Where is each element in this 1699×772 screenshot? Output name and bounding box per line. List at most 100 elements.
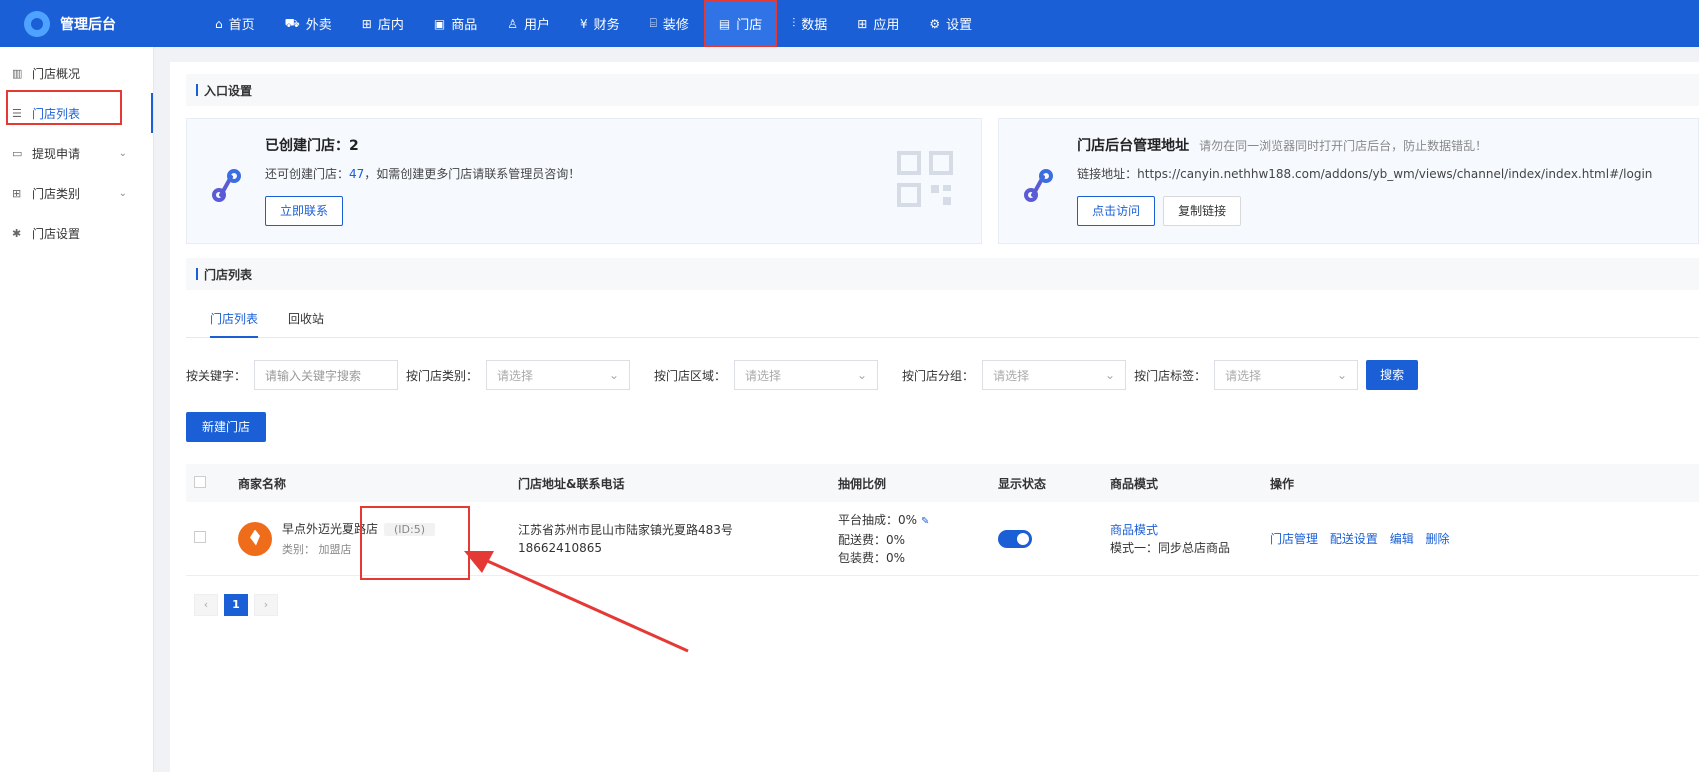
col-address: 门店地址&联系电话 [518, 476, 625, 491]
goods-icon: ▣ [433, 16, 446, 31]
copy-link-button[interactable]: 复制链接 [1163, 196, 1242, 226]
chart-icon: ⫶ [792, 16, 796, 30]
edit-link[interactable]: 编辑 [1390, 532, 1414, 546]
nav-item-1[interactable]: ⛟ 外卖 [270, 0, 347, 47]
search-button[interactable]: 搜索 [1366, 360, 1419, 390]
tag-select-value: 请选择 [1225, 368, 1262, 383]
list-section-title: 门店列表 [186, 258, 1699, 290]
finance-icon: ¥ [579, 16, 588, 31]
nav-item-label: 用户 [523, 18, 550, 33]
nav-item-label: 店内 [377, 18, 404, 33]
entry-section-title: 入口设置 [186, 74, 1699, 106]
new-store-button[interactable]: 新建门店 [186, 412, 267, 442]
annotation-arrow [464, 551, 689, 653]
highlight-box-id [360, 506, 470, 580]
platform-fee: 平台抽成：0% [838, 512, 918, 527]
category-label: 按门店类别： [406, 368, 479, 383]
store-icon: ▤ [718, 16, 731, 31]
app-title: 管理后台 [60, 16, 116, 33]
remaining-label: 还可创建门店： [265, 167, 350, 181]
nav-item-3[interactable]: ▣ 商品 [419, 0, 492, 47]
remaining-suffix: ，如需创建更多门店请联系管理员咨询！ [364, 167, 581, 181]
sidebar-item-0[interactable]: ▥ 门店概况 [0, 53, 153, 93]
package-fee: 包装费：0% [838, 550, 906, 565]
group-label: 按门店分组： [902, 368, 975, 383]
admin-url[interactable]: https://canyin.nethhw188.com/addons/yb_w… [1137, 167, 1652, 181]
tag-label: 按门店标签： [1134, 368, 1207, 383]
user-icon: ♙ [507, 16, 518, 31]
col-status: 显示状态 [998, 476, 1047, 491]
select-all-checkbox[interactable] [194, 475, 206, 488]
store-count-card: 已创建门店：2 还可创建门店：47，如需创建更多门店请联系管理员咨询！ 立即联系 [186, 118, 983, 244]
nav-item-5[interactable]: ¥ 财务 [565, 0, 635, 47]
category-select[interactable]: 请选择 ⌄ [486, 360, 631, 390]
link-icon [1024, 169, 1054, 202]
visit-button[interactable]: 点击访问 [1077, 196, 1156, 226]
col-commission: 抽佣比例 [838, 476, 887, 491]
link-icon [212, 169, 241, 202]
nav-item-8[interactable]: ⫶ 数据 [777, 0, 842, 47]
goods-mode-link[interactable]: 商品模式 [1110, 521, 1270, 539]
entry-cards: 已创建门店：2 还可创建门店：47，如需创建更多门店请联系管理员咨询！ 立即联系 [186, 118, 1699, 244]
delivery-icon: ⛟ [284, 15, 300, 30]
sidebar-item-2[interactable]: ▭ 提现申请 ⌄ [0, 133, 153, 173]
nav-item-6[interactable]: ⌸ 装修 [635, 0, 704, 47]
tab-recycle-bin[interactable]: 回收站 [288, 304, 324, 338]
col-name: 商家名称 [238, 476, 287, 491]
chevron-down-icon: ⌄ [608, 368, 620, 382]
display-status-toggle[interactable] [998, 529, 1032, 548]
keyword-search-input[interactable]: 请输入关键字搜索 [254, 360, 399, 390]
nav-item-label: 数据 [801, 18, 828, 33]
next-page-button[interactable]: › [254, 594, 278, 616]
admin-url-title-text: 门店后台管理地址 [1077, 138, 1190, 154]
sidebar-item-label: 门店设置 [32, 226, 81, 241]
chevron-down-icon: ⌄ [856, 368, 868, 382]
contact-now-button[interactable]: 立即联系 [265, 196, 344, 226]
row-checkbox[interactable] [194, 531, 206, 543]
col-goods-mode: 商品模式 [1110, 476, 1159, 491]
sidebar-item-4[interactable]: ✱ 门店设置 [0, 213, 153, 253]
app-logo[interactable]: 管理后台 [0, 10, 200, 37]
group-select[interactable]: 请选择 ⌄ [982, 360, 1127, 390]
nav-item-0[interactable]: ⌂ 首页 [200, 0, 270, 47]
nav-item-label: 首页 [228, 18, 255, 33]
delete-link[interactable]: 删除 [1426, 532, 1450, 546]
nav-item-label: 应用 [873, 18, 900, 33]
group-select-value: 请选择 [993, 368, 1030, 383]
top-navbar: 管理后台 ⌂ 首页 ⛟ 外卖 ⊞ 店内 ▣ 商品 ♙ 用户 ¥ 财务 ⌸ 装修 ▤ 门店 ⫶ 数据 ⊞ 应用 ⚙ 设置 [0, 0, 1699, 47]
delivery-settings-link[interactable]: 配送设置 [1330, 532, 1378, 546]
nav-item-label: 门店 [736, 18, 763, 33]
sidebar-item-3[interactable]: ⊞ 门店类别 ⌄ [0, 173, 153, 213]
sidebar-item-label: 门店概况 [32, 66, 81, 81]
filter-bar: 按关键字： 请输入关键字搜索 按门店类别： 请选择 ⌄ 按门店区域： 请选择 ⌄ 按… [186, 360, 1699, 390]
store-admin-url-card: 门店后台管理地址 请勿在同一浏览器同时打开门店后台，防止数据错乱！ 链接地址：ht… [998, 118, 1699, 244]
tag-select[interactable]: 请选择 ⌄ [1214, 360, 1359, 390]
created-label: 已创建门店： [265, 138, 349, 154]
keyword-label: 按关键字： [186, 368, 247, 383]
nav-item-10[interactable]: ⚙ 设置 [914, 0, 987, 47]
store-manage-link[interactable]: 门店管理 [1270, 532, 1318, 546]
sidebar-item-label: 门店类别 [32, 186, 81, 201]
gear-icon: ✱ [12, 226, 22, 240]
sidebar-item-label: 提现申请 [32, 146, 81, 161]
prev-page-button[interactable]: ‹ [194, 594, 218, 616]
list-tabs: 门店列表 回收站 [186, 304, 1699, 338]
nav-item-2[interactable]: ⊞ 店内 [347, 0, 419, 47]
admin-url-title: 门店后台管理地址 请勿在同一浏览器同时打开门店后台，防止数据错乱！ [1077, 135, 1652, 155]
dine-in-icon: ⊞ [361, 16, 372, 31]
delivery-fee: 配送费：0% [838, 532, 906, 547]
tab-store-list[interactable]: 门店列表 [210, 304, 259, 338]
created-count: 2 [349, 138, 359, 154]
region-select[interactable]: 请选择 ⌄ [734, 360, 879, 390]
page-1-button[interactable]: 1 [224, 594, 248, 616]
category-select-value: 请选择 [497, 368, 534, 383]
sidebar: ▥ 门店概况 ☰ 门店列表 ▭ 提现申请 ⌄ ⊞ 门店类别 ⌄ ✱ 门店设置 [0, 47, 154, 772]
grid-icon: ⊞ [12, 186, 22, 200]
main-content: 入口设置 已创建门店：2 还可创建门店：47，如需创建更多门店请联系管理员咨询！… [170, 62, 1699, 772]
main-nav: ⌂ 首页 ⛟ 外卖 ⊞ 店内 ▣ 商品 ♙ 用户 ¥ 财务 ⌸ 装修 ▤ 门店 ⫶ 数据 ⊞ 应用 ⚙ 设置 [200, 0, 987, 47]
nav-item-7[interactable]: ▤ 门店 [703, 0, 778, 47]
decorate-icon: ⌸ [649, 16, 657, 30]
edit-icon[interactable]: ✎ [921, 516, 929, 527]
nav-item-9[interactable]: ⊞ 应用 [842, 0, 914, 47]
nav-item-4[interactable]: ♙ 用户 [492, 0, 565, 47]
